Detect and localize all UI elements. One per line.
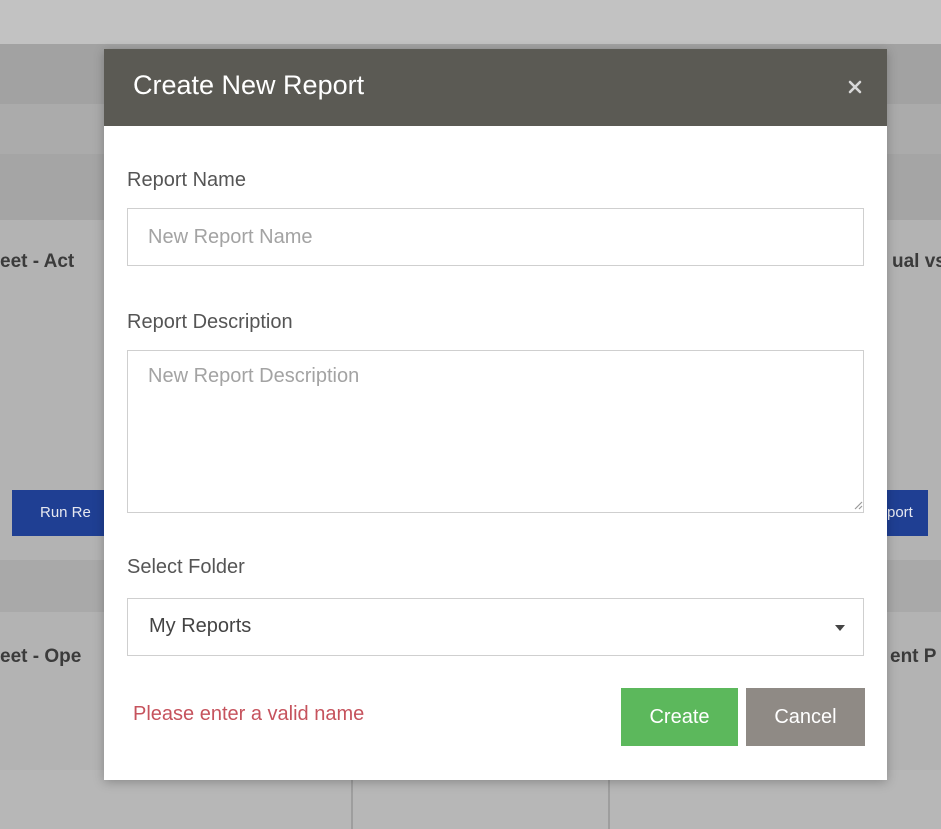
report-name-input[interactable] xyxy=(127,208,864,266)
validation-error-message: Please enter a valid name xyxy=(133,703,365,725)
background-report-title: ent P xyxy=(890,646,937,667)
folder-select-value: My Reports xyxy=(149,615,252,637)
background-run-report-button: port xyxy=(887,490,928,536)
background-report-title: eet - Act xyxy=(0,251,75,272)
folder-select[interactable]: My Reports xyxy=(127,598,864,656)
report-name-label: Report Name xyxy=(127,169,246,191)
background-report-title: ual vs xyxy=(892,251,941,272)
cancel-button[interactable]: Cancel xyxy=(746,688,865,746)
dialog-title: Create New Report xyxy=(133,70,365,100)
caret-down-icon xyxy=(835,625,845,631)
dialog-header: Create New Report xyxy=(104,49,887,126)
background-report-title: eet - Ope xyxy=(0,646,82,667)
background-top-bar xyxy=(0,0,941,44)
report-description-textarea[interactable] xyxy=(127,350,864,513)
create-button[interactable]: Create xyxy=(621,688,738,746)
create-report-dialog: Create New Report Report Name Report Des… xyxy=(104,49,887,780)
background-run-report-button: Run Re xyxy=(12,490,104,536)
report-description-label: Report Description xyxy=(127,311,293,333)
resize-handle-icon[interactable] xyxy=(853,500,863,510)
close-icon xyxy=(848,80,862,94)
folder-label: Select Folder xyxy=(127,556,245,578)
close-button[interactable] xyxy=(843,75,867,99)
